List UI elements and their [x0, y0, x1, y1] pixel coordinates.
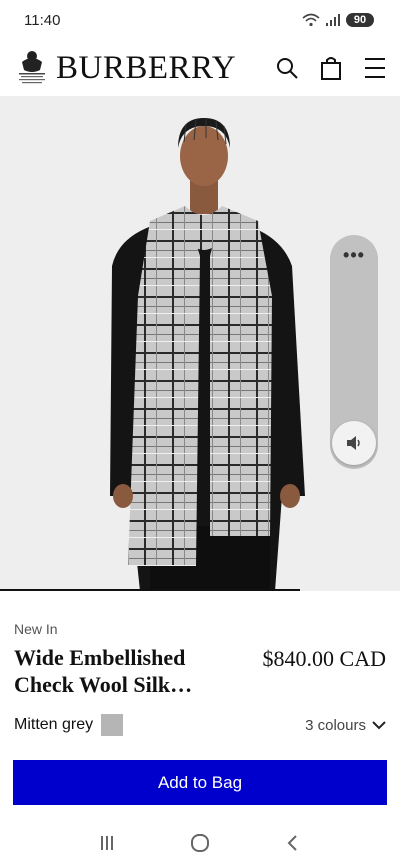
search-icon [277, 58, 298, 79]
volume-knob[interactable] [332, 421, 376, 465]
recents-icon [100, 835, 113, 850]
bag-button[interactable] [318, 55, 344, 81]
add-to-bag-button[interactable]: Add to Bag [13, 760, 387, 805]
home-icon [190, 833, 209, 852]
menu-button[interactable] [362, 55, 388, 81]
bag-icon [321, 57, 341, 80]
carousel-progress [0, 589, 300, 591]
recents-button[interactable] [92, 828, 122, 858]
more-icon[interactable]: ••• [330, 243, 378, 267]
speaker-icon [347, 436, 360, 450]
status-time: 11:40 [24, 11, 61, 29]
crest-logo [19, 51, 45, 84]
menu-icon [365, 58, 385, 78]
status-bar: 11:40 90 [0, 0, 400, 40]
volume-panel[interactable]: ••• [330, 235, 378, 469]
product-price: $840.00 CAD [262, 646, 386, 671]
signal-icon [326, 14, 340, 26]
battery-badge: 90 [346, 13, 374, 27]
product-title[interactable]: Wide Embellished Check Wool Silk… [14, 644, 234, 698]
brand-logo-text[interactable]: BURBERRY [56, 50, 274, 87]
color-name: Mitten grey [14, 716, 94, 733]
system-nav-bar [0, 818, 400, 867]
search-button[interactable] [274, 55, 300, 81]
back-button[interactable] [278, 828, 308, 858]
color-swatch[interactable] [101, 714, 124, 736]
site-header: BURBERRY [0, 40, 400, 96]
status-indicators: 90 [302, 13, 374, 27]
chevron-down-icon [372, 721, 386, 730]
colours-label: 3 colours [305, 716, 366, 734]
colours-selector[interactable]: 3 colours [305, 717, 386, 734]
color-row: Mitten grey 3 colours [14, 713, 386, 737]
home-button[interactable] [185, 828, 215, 858]
new-in-badge: New In [14, 621, 58, 637]
back-icon [287, 834, 298, 851]
wifi-icon [302, 13, 320, 27]
